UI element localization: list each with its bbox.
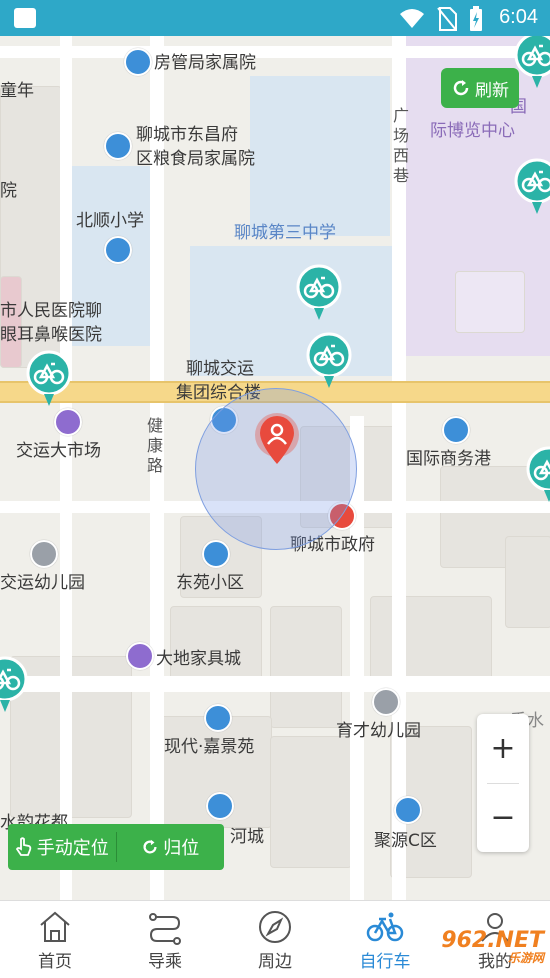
map-label: 广场西巷 xyxy=(392,106,409,185)
map-label: 东苑小区 xyxy=(176,573,244,593)
map-label: 际博览中心 xyxy=(430,121,515,141)
tab-label: 周边 xyxy=(258,952,292,972)
notification-icon xyxy=(14,8,36,28)
watermark-logo: 962.NET 乐游网 xyxy=(441,928,544,965)
compass-icon xyxy=(259,911,291,943)
map-view[interactable]: 房管局家属院 童年 聊城市东昌府 区粮食局家属院 广场西巷 国 际博览中心 院 … xyxy=(0,36,550,900)
building-icon xyxy=(104,132,132,160)
map-label: 市人民医院聊 xyxy=(0,301,102,321)
store-icon xyxy=(126,642,154,670)
map-label: 交运幼儿园 xyxy=(0,573,85,593)
building-icon xyxy=(204,704,232,732)
map-label: 童年 xyxy=(0,81,34,101)
bike-station-icon[interactable] xyxy=(514,158,550,216)
bike-station-icon[interactable] xyxy=(306,332,352,390)
map-label: 育才幼儿园 xyxy=(336,721,421,741)
map-label: 河城 xyxy=(230,827,264,847)
locate-toolbar: 手动定位 归位 xyxy=(8,824,224,870)
zoom-in-button[interactable]: + xyxy=(477,714,529,783)
map-label: 区粮食局家属院 xyxy=(136,149,255,169)
location-pin-icon[interactable] xyxy=(254,412,300,470)
no-sim-icon xyxy=(437,7,457,31)
bike-station-icon[interactable] xyxy=(296,264,342,322)
refresh-icon xyxy=(143,839,157,854)
market-icon xyxy=(54,408,82,436)
map-label: 院 xyxy=(0,181,17,201)
map-label: 聊城交运 xyxy=(186,359,254,379)
map-label: 国际商务港 xyxy=(406,449,491,469)
manual-locate-label: 手动定位 xyxy=(36,838,109,859)
kindergarten-icon xyxy=(372,688,400,716)
route-icon xyxy=(149,913,181,945)
refresh-label: 刷新 xyxy=(475,80,509,101)
reset-locate-button[interactable]: 归位 xyxy=(117,824,225,870)
tab-label: 导乘 xyxy=(148,952,182,972)
map-label: 房管局家属院 xyxy=(154,53,256,73)
manual-locate-button[interactable]: 手动定位 xyxy=(8,824,116,870)
tab-bicycle[interactable]: 自行车 xyxy=(330,901,440,978)
map-label: 北顺小学 xyxy=(76,211,144,231)
kindergarten-icon xyxy=(30,540,58,568)
map-label: 聊城第三中学 xyxy=(234,223,336,243)
tab-home[interactable]: 首页 xyxy=(0,901,110,978)
reset-locate-label: 归位 xyxy=(163,838,200,859)
map-label: 大地家具城 xyxy=(156,649,241,669)
school-icon xyxy=(104,236,132,264)
hand-pointer-icon xyxy=(15,837,31,856)
wifi-icon xyxy=(400,9,424,28)
bike-station-icon[interactable] xyxy=(26,350,72,408)
building-icon xyxy=(124,48,152,76)
tab-label: 首页 xyxy=(38,952,72,972)
map-label: 健康路 xyxy=(146,416,163,475)
status-bar: 6:04 xyxy=(0,0,550,36)
bike-station-icon[interactable] xyxy=(0,656,28,714)
battery-icon xyxy=(470,6,482,31)
bicycle-icon xyxy=(366,912,404,942)
building-icon xyxy=(442,416,470,444)
bike-station-icon[interactable] xyxy=(514,36,550,90)
map-label: 眼耳鼻喉医院 xyxy=(0,325,102,345)
tab-navigation[interactable]: 导乘 xyxy=(110,901,220,978)
map-label: 聚源C区 xyxy=(374,831,437,851)
zoom-out-button[interactable]: − xyxy=(477,783,529,852)
tab-nearby[interactable]: 周边 xyxy=(220,901,330,978)
map-label: 交运大市场 xyxy=(16,441,101,461)
map-label: 现代·嘉景苑 xyxy=(164,737,255,757)
home-icon xyxy=(40,911,70,942)
building-icon xyxy=(394,796,422,824)
building-icon xyxy=(202,540,230,568)
refresh-icon xyxy=(453,80,469,96)
clock: 6:04 xyxy=(499,6,538,28)
building-icon xyxy=(206,792,234,820)
zoom-control: + − xyxy=(477,714,529,852)
refresh-button[interactable]: 刷新 xyxy=(441,68,519,108)
tab-label: 自行车 xyxy=(359,952,411,972)
map-label: 聊城市东昌府 xyxy=(136,125,238,145)
bike-station-icon[interactable] xyxy=(526,446,550,504)
